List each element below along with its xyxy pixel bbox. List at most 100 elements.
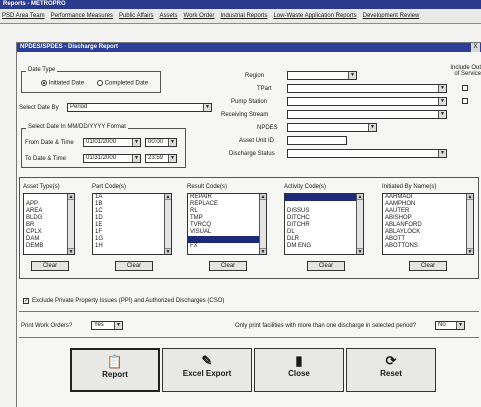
scroll-down-icon[interactable]: ▼ [68,248,74,254]
scrollbar[interactable]: ▲ ▼ [164,194,171,254]
initiated-by-listbox[interactable]: AAHMADI AAMPHON AAUTER ABISHOP ABLANFORD… [382,193,474,255]
only-print-dropdown[interactable]: No ▼ [435,321,465,330]
tpart-dropdown[interactable]: ▼ [287,84,447,93]
asset-types-clear-button[interactable]: Clear [31,261,69,271]
report-button[interactable]: 📋 Report [70,348,160,392]
scroll-up-icon[interactable]: ▲ [260,194,266,200]
asset-unit-id-input[interactable] [287,136,347,145]
scroll-up-icon[interactable]: ▲ [467,194,473,200]
to-date-field[interactable]: 01/31/2000 ▼ [83,154,141,163]
excel-export-button[interactable]: ✎ Excel Export [162,348,252,392]
receiving-stream-dropdown[interactable]: ▼ [287,110,447,119]
chevron-down-icon[interactable]: ▼ [456,322,464,329]
chevron-down-icon[interactable]: ▼ [114,322,122,329]
menu-psd-area-team[interactable]: PSD Area Team [2,13,45,19]
completed-date-option[interactable]: Completed Date [97,80,148,87]
chevron-down-icon[interactable]: ▼ [438,150,446,157]
list-item[interactable]: AAUTER [383,208,473,215]
time-dropdown-icon[interactable]: ▼ [168,139,176,146]
discharge-status-dropdown[interactable]: ▼ [287,149,447,158]
initiated-date-option[interactable]: Initiated Date [41,80,84,87]
list-item[interactable]: 1G [93,236,171,243]
list-item[interactable]: DLR [285,236,363,243]
region-dropdown[interactable]: ▼ [287,71,357,80]
list-item[interactable] [285,201,363,208]
list-item[interactable]: TVRCQ [188,222,266,229]
include-oos-pump-checkbox[interactable] [462,98,468,104]
list-item-selected[interactable] [188,236,266,243]
chevron-down-icon[interactable]: ▼ [438,111,446,118]
list-item[interactable]: ABOTT [383,236,473,243]
menu-work-order[interactable]: Work Order [184,13,215,19]
chevron-down-icon[interactable]: ▼ [203,104,211,111]
list-item[interactable]: DITCHR [285,222,363,229]
list-item[interactable]: REPLACE [188,201,266,208]
calendar-dropdown-icon[interactable]: ▼ [132,139,140,146]
list-item[interactable]: 1B [93,201,171,208]
list-item[interactable]: ABOTTONS [383,243,473,250]
initiated-date-radio[interactable] [41,80,47,86]
scrollbar[interactable]: ▲ ▼ [466,194,473,254]
scroll-down-icon[interactable]: ▼ [467,248,473,254]
scrollbar[interactable]: ▲ ▼ [67,194,74,254]
scroll-down-icon[interactable]: ▼ [165,248,171,254]
list-item[interactable]: ABLAYLOCK [383,229,473,236]
chevron-down-icon[interactable]: ▼ [368,124,376,131]
npdes-dropdown[interactable]: ▼ [287,123,377,132]
result-codes-listbox[interactable]: REPAIR REPLACE RL TMP TVRCQ VISUAL FX ▲ ▼ [187,193,267,255]
menu-assets[interactable]: Assets [160,13,178,19]
close-button[interactable]: ▮ Close [254,348,344,392]
window-close-button[interactable]: X [471,43,480,52]
activity-codes-clear-button[interactable]: Clear [307,261,345,271]
menu-low-waste-reports[interactable]: Low-Waste Application Reports [273,13,356,19]
scroll-up-icon[interactable]: ▲ [357,194,363,200]
list-item-selected[interactable] [285,194,363,201]
list-item[interactable]: 1H [93,243,171,250]
part-codes-listbox[interactable]: 1A 1B 1C 1D 1E 1F 1G 1H ▲ ▼ [92,193,172,255]
include-oos-tpart-checkbox[interactable] [462,85,468,91]
completed-date-radio[interactable] [97,80,103,86]
list-item[interactable]: 1E [93,222,171,229]
part-codes-clear-button[interactable]: Clear [115,261,153,271]
from-date-field[interactable]: 01/01/2000 ▼ [83,138,141,147]
list-item[interactable]: DISSUS [285,208,363,215]
list-item[interactable]: DITCHC [285,215,363,222]
list-item[interactable]: DM ENG [285,243,363,250]
to-time-field[interactable]: 23:59 ▼ [145,154,177,163]
chevron-down-icon[interactable]: ▼ [438,85,446,92]
menu-industrial-reports[interactable]: Industrial Reports [220,13,267,19]
reset-button[interactable]: ⟳ Reset [346,348,436,392]
list-item[interactable]: 1C [93,208,171,215]
list-item[interactable]: REPAIR [188,194,266,201]
list-item[interactable]: 1D [93,215,171,222]
menu-performance-measures[interactable]: Performance Measures [51,13,113,19]
list-item[interactable]: FX [188,243,266,250]
chevron-down-icon[interactable]: ▼ [348,72,356,79]
time-dropdown-icon[interactable]: ▼ [168,155,176,162]
from-time-field[interactable]: 00:00 ▼ [145,138,177,147]
asset-types-listbox[interactable]: APP AREA BLDG BR CPLX DAM DEMB ▲ ▼ [23,193,75,255]
initiated-by-clear-button[interactable]: Clear [409,261,447,271]
exclude-private-checkbox[interactable] [23,298,29,304]
list-item[interactable]: 1F [93,229,171,236]
list-item[interactable]: AAMPHON [383,201,473,208]
pump-station-dropdown[interactable]: ▼ [287,97,447,106]
list-item[interactable]: ABLANFORD [383,222,473,229]
menu-development-review[interactable]: Development Review [363,13,420,19]
print-work-orders-dropdown[interactable]: Yes ▼ [91,321,123,330]
calendar-dropdown-icon[interactable]: ▼ [132,155,140,162]
scrollbar[interactable]: ▲ ▼ [259,194,266,254]
scrollbar[interactable]: ▲ ▼ [356,194,363,254]
scroll-up-icon[interactable]: ▲ [68,194,74,200]
result-codes-clear-button[interactable]: Clear [209,261,247,271]
scroll-down-icon[interactable]: ▼ [260,248,266,254]
menu-public-affairs[interactable]: Public Affairs [119,13,154,19]
list-item[interactable]: RL [188,208,266,215]
select-date-by-dropdown[interactable]: Period ▼ [67,103,212,112]
chevron-down-icon[interactable]: ▼ [438,98,446,105]
list-item[interactable]: VISUAL [188,229,266,236]
list-item[interactable]: ABISHOP [383,215,473,222]
list-item[interactable]: AAHMADI [383,194,473,201]
scroll-up-icon[interactable]: ▲ [165,194,171,200]
list-item[interactable]: DL [285,229,363,236]
